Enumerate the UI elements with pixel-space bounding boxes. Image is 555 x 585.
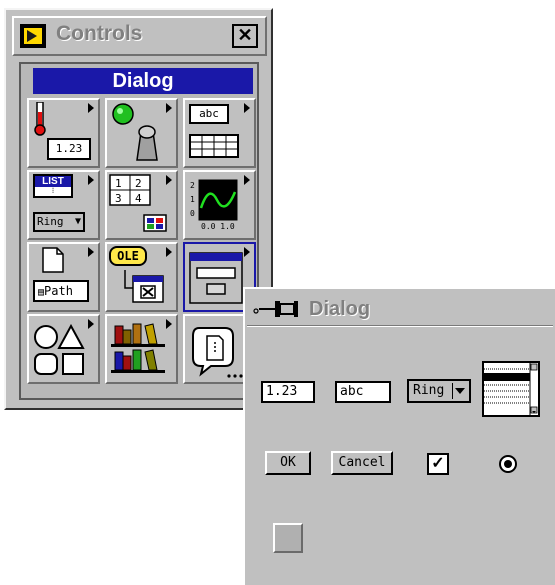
path-cell[interactable]: ▤Path xyxy=(27,242,100,312)
svg-text:0: 0 xyxy=(190,209,195,218)
svg-text:1: 1 xyxy=(115,177,122,190)
submenu-arrow-icon xyxy=(244,103,250,113)
decorations-cell[interactable] xyxy=(27,314,100,384)
boolean-controls-cell[interactable] xyxy=(105,98,178,168)
list-ring-cell[interactable]: LIST ⁝ Ring ▼ xyxy=(27,170,100,240)
string-control[interactable]: abc xyxy=(335,381,391,403)
close-button[interactable]: ✕ xyxy=(232,24,258,48)
graph-cell[interactable]: 2 1 0 0.0 1.0 xyxy=(183,170,256,240)
string-table-cell[interactable]: abc xyxy=(183,98,256,168)
listbox-contents xyxy=(484,363,538,415)
numeric-control[interactable]: 1.23 xyxy=(261,381,315,403)
controls-palette-window: Controls ✕ Dialog 1.23 abc LIST ⁝ Ring ▼… xyxy=(4,8,273,410)
square-button-control[interactable] xyxy=(273,523,303,553)
svg-text:2: 2 xyxy=(135,177,142,190)
ring-control[interactable]: Ring xyxy=(407,379,471,403)
dialog-window-icon xyxy=(189,252,243,304)
submenu-arrow-icon xyxy=(88,103,94,113)
svg-text:1: 1 xyxy=(190,195,195,204)
submenu-arrow-icon xyxy=(166,247,172,257)
ring-dropdown-icon: Ring ▼ xyxy=(33,212,85,232)
waveform-graph-icon: 2 1 0 0.0 1.0 xyxy=(190,179,238,230)
select-control-icon xyxy=(192,327,243,378)
bookshelf-icon xyxy=(111,323,165,373)
submenu-arrow-icon xyxy=(88,175,94,185)
ring-label: Ring xyxy=(413,383,445,398)
svg-text:3: 3 xyxy=(115,192,122,205)
submenu-arrow-icon xyxy=(244,175,250,185)
table-icon xyxy=(189,134,239,158)
submenu-arrow-icon xyxy=(244,247,250,257)
checkmark-icon: ✓ xyxy=(431,455,445,472)
chevron-down-icon[interactable] xyxy=(452,383,467,399)
string-display: abc xyxy=(189,104,229,124)
dialog-controls-panel: Dialog 1.23 abc Ring OK Cancel ✓ xyxy=(243,287,555,585)
path-display-icon: ▤Path xyxy=(33,280,89,302)
dialog-subpalette: Dialog 1.23 abc LIST ⁝ Ring ▼ 1 2 3 4 2 … xyxy=(19,62,259,400)
cancel-button[interactable]: Cancel xyxy=(331,451,393,475)
listbox-icon: LIST ⁝ xyxy=(33,174,73,198)
close-icon: ✕ xyxy=(237,25,253,45)
led-toggle-icon xyxy=(112,103,158,161)
svg-text:0.0 1.0: 0.0 1.0 xyxy=(201,222,235,230)
radio-button-control[interactable] xyxy=(499,455,517,473)
submenu-arrow-icon xyxy=(88,247,94,257)
cluster-icon xyxy=(143,214,167,232)
numeric-controls-cell[interactable]: 1.23 xyxy=(27,98,100,168)
checkbox-control[interactable]: ✓ xyxy=(427,453,449,475)
ole-bubble-icon: OLE xyxy=(109,246,147,266)
array-icon: 1 2 3 4 xyxy=(109,174,151,206)
ok-button[interactable]: OK xyxy=(265,451,311,475)
file-document-icon xyxy=(42,247,64,273)
dialog-panel-title: Dialog xyxy=(309,298,371,320)
subpalette-title: Dialog xyxy=(33,68,253,94)
refnum-window-icon xyxy=(124,270,164,303)
refnum-ole-cell[interactable]: OLE xyxy=(105,242,178,312)
palette-titlebar[interactable]: Controls ✕ xyxy=(12,16,267,56)
title-divider xyxy=(247,325,553,327)
svg-text:2: 2 xyxy=(190,181,195,190)
numeric-display: 1.23 xyxy=(47,138,91,160)
labview-run-icon xyxy=(20,24,46,48)
user-controls-cell[interactable] xyxy=(105,314,178,384)
svg-text:4: 4 xyxy=(135,192,142,205)
submenu-arrow-icon xyxy=(166,175,172,185)
array-cluster-cell[interactable]: 1 2 3 4 xyxy=(105,170,178,240)
shapes-icon xyxy=(34,324,85,375)
palette-title: Controls xyxy=(56,22,143,45)
thermometer-icon xyxy=(34,102,46,136)
listbox-control[interactable] xyxy=(482,361,540,417)
